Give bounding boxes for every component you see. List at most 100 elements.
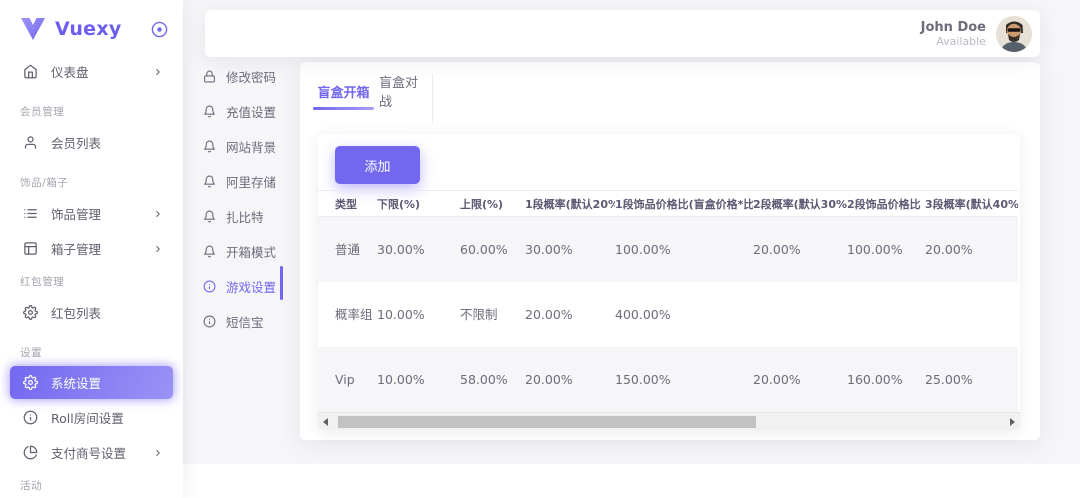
top-navbar: John Doe Available — [205, 10, 1040, 57]
tab-blindbox-battle[interactable]: 盲盒对战 — [379, 80, 427, 102]
table-row: 普通 30.00% 60.00% 30.00% 100.00% 20.00% 1… — [318, 217, 1018, 282]
info-icon — [203, 280, 216, 293]
sidebar-item-label: 会员列表 — [51, 133, 101, 152]
submenu-item-recharge-settings[interactable]: 充值设置 — [203, 98, 298, 124]
cell-value: 30.00% — [525, 217, 615, 282]
horizontal-scrollbar[interactable] — [318, 412, 1020, 430]
chevron-right-icon — [153, 67, 163, 77]
cell-value: 400.00% — [615, 282, 753, 347]
submenu-item-ali-storage[interactable]: 阿里存储 — [203, 168, 298, 194]
submenu-item-sms-bao[interactable]: 短信宝 — [203, 308, 298, 334]
submenu-item-label: 修改密码 — [226, 67, 276, 86]
cell-value: 10.00% — [377, 347, 460, 412]
col-header-seg3-prob: 3段概率(默认40%) — [925, 191, 1018, 217]
submenu-item-label: 网站背景 — [226, 137, 276, 156]
pie-chart-icon — [23, 445, 38, 460]
cell-type: Vip — [318, 347, 377, 412]
scroll-left-arrow-icon[interactable] — [323, 418, 328, 426]
brand-logo-icon — [20, 17, 46, 41]
sidebar-section-items-boxes: 饰品/箱子 — [20, 175, 69, 190]
user-info: John Doe Available — [921, 20, 986, 48]
chevron-right-icon — [153, 209, 163, 219]
cell-value: 不限制 — [460, 282, 525, 347]
sidebar-item-label: Roll房间设置 — [51, 408, 124, 427]
cell-value — [753, 282, 847, 347]
col-header-seg2-price-ratio: 2段饰品价格比 — [847, 191, 925, 217]
info-icon — [23, 410, 38, 425]
sidebar-item-item-management[interactable]: 饰品管理 — [10, 197, 173, 230]
gear-icon — [23, 375, 38, 390]
cell-value: 100.00% — [847, 217, 925, 282]
sidebar-item-label: 支付商号设置 — [51, 443, 126, 462]
sidebar-section-settings: 设置 — [20, 345, 42, 360]
submenu-item-zhabite[interactable]: 扎比特 — [203, 203, 298, 229]
bell-icon — [203, 210, 216, 223]
sidebar-item-label: 仪表盘 — [51, 62, 89, 81]
sidebar-section-activity: 活动 — [20, 478, 42, 493]
submenu-item-change-password[interactable]: 修改密码 — [203, 63, 298, 89]
sidebar-section-redpacket: 红包管理 — [20, 274, 64, 289]
chevron-right-icon — [153, 244, 163, 254]
col-header-lower-limit: 下限(%) — [377, 191, 460, 217]
cell-value: 30.00% — [377, 217, 460, 282]
cell-value: 160.00% — [847, 347, 925, 412]
submenu-item-game-settings[interactable]: 游戏设置 — [203, 273, 298, 299]
app-window: John Doe Available — [0, 0, 1080, 498]
sidebar: Vuexy 仪表盘 会员管理 会员列表 饰品/箱子 — [0, 0, 183, 498]
cell-value — [847, 282, 925, 347]
active-tab-underline — [313, 107, 374, 110]
submenu-item-site-background[interactable]: 网站背景 — [203, 133, 298, 159]
cell-value: 20.00% — [753, 347, 847, 412]
avatar[interactable] — [996, 16, 1032, 52]
sidebar-item-label: 红包列表 — [51, 303, 101, 322]
scrollbar-thumb[interactable] — [338, 416, 756, 428]
user-status: Available — [921, 35, 986, 48]
submenu-item-label: 扎比特 — [226, 207, 264, 226]
bell-icon — [203, 175, 216, 188]
cell-value: 25.00% — [925, 347, 1018, 412]
submenu-item-label: 开箱模式 — [226, 242, 276, 261]
submenu-item-label: 游戏设置 — [226, 277, 276, 296]
submenu-item-label: 充值设置 — [226, 102, 276, 121]
col-header-type: 类型 — [318, 191, 377, 217]
sidebar-item-system-settings[interactable]: 系统设置 — [10, 366, 173, 399]
sidebar-item-label: 箱子管理 — [51, 239, 101, 258]
cell-value: 20.00% — [525, 347, 615, 412]
tab-divider — [432, 74, 433, 123]
submenu-item-unbox-mode[interactable]: 开箱模式 — [203, 238, 298, 264]
cell-type: 概率组 — [318, 282, 377, 347]
col-header-seg2-prob: 2段概率(默认30%) — [753, 191, 847, 217]
cell-value: 100.00% — [615, 217, 753, 282]
cell-value: 20.00% — [525, 282, 615, 347]
sidebar-item-member-list[interactable]: 会员列表 — [10, 126, 173, 159]
cell-value: 60.00% — [460, 217, 525, 282]
user-icon — [23, 135, 38, 150]
sidebar-section-members: 会员管理 — [20, 104, 64, 119]
sidebar-item-label: 系统设置 — [51, 373, 101, 392]
sidebar-item-redpacket-list[interactable]: 红包列表 — [10, 296, 173, 329]
sidebar-item-payment-merchant-settings[interactable]: 支付商号设置 — [10, 436, 173, 469]
user-name: John Doe — [921, 20, 986, 35]
bell-icon — [203, 140, 216, 153]
sidebar-item-roll-room-settings[interactable]: Roll房间设置 — [10, 401, 173, 434]
submenu-item-label: 短信宝 — [226, 312, 264, 331]
scroll-right-arrow-icon[interactable] — [1010, 418, 1015, 426]
info-icon — [203, 315, 216, 328]
layout-icon — [23, 241, 38, 256]
sidebar-item-box-management[interactable]: 箱子管理 — [10, 232, 173, 265]
chevron-right-icon — [153, 448, 163, 458]
table-header-row: 类型 下限(%) 上限(%) 1段概率(默认20%) 1段饰品价格比(盲盒价格*… — [318, 191, 1018, 217]
submenu-active-indicator — [280, 266, 283, 300]
submenu-item-label: 阿里存储 — [226, 172, 276, 191]
sidebar-item-label: 饰品管理 — [51, 204, 101, 223]
tab-blindbox-open[interactable]: 盲盒开箱 — [313, 80, 374, 102]
brand-header: Vuexy — [20, 14, 168, 44]
sidebar-item-dashboard[interactable]: 仪表盘 — [10, 55, 173, 88]
col-header-seg1-prob: 1段概率(默认20%) — [525, 191, 615, 217]
table-row: Vip 10.00% 58.00% 20.00% 150.00% 20.00% … — [318, 347, 1018, 412]
cell-value — [925, 282, 1018, 347]
col-header-upper-limit: 上限(%) — [460, 191, 525, 217]
menu-pin-toggle-icon[interactable] — [151, 21, 168, 38]
game-settings-table: 类型 下限(%) 上限(%) 1段概率(默认20%) 1段饰品价格比(盲盒价格*… — [318, 190, 1018, 412]
add-button[interactable]: 添加 — [335, 146, 420, 184]
